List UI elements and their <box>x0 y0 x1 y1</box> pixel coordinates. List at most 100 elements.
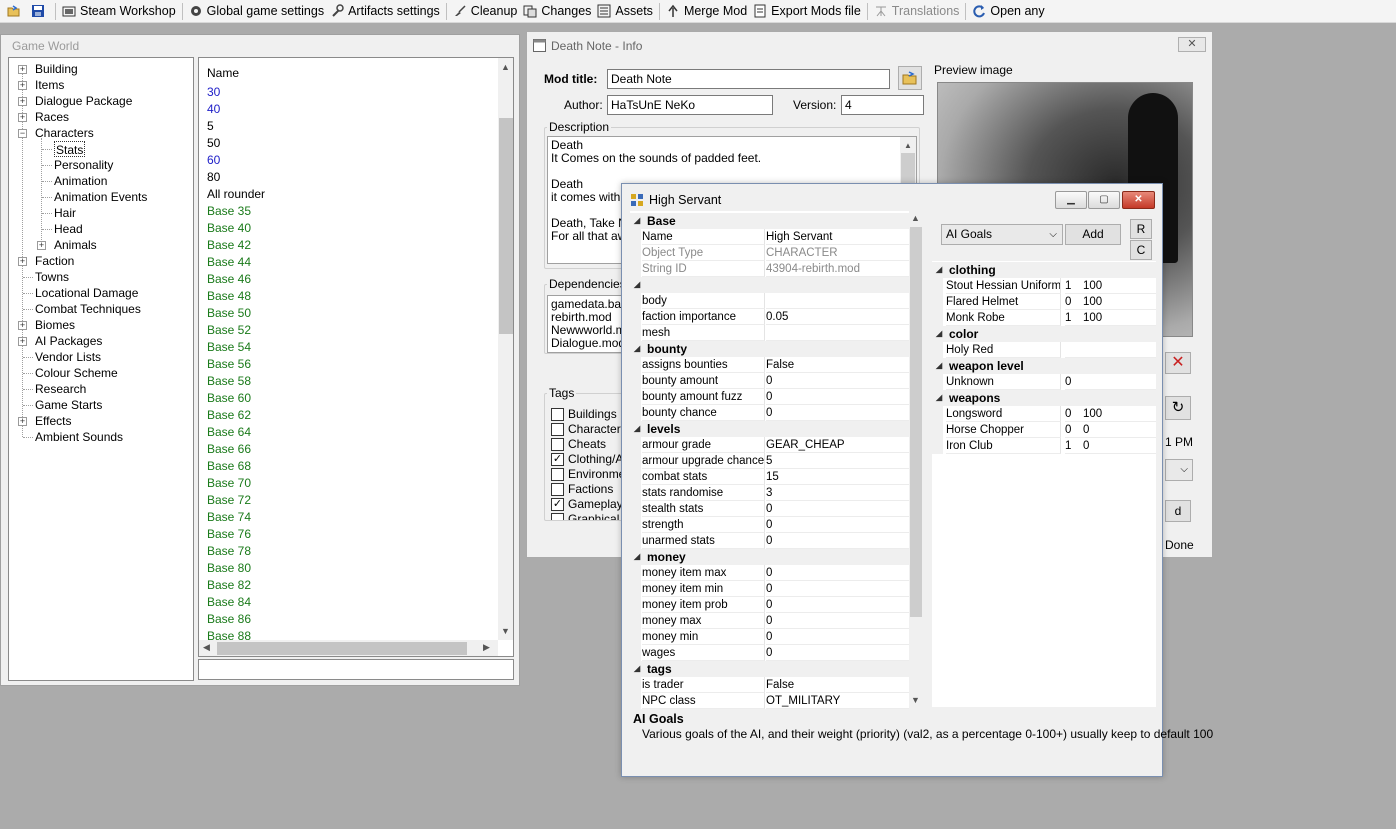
list-item[interactable]: Base 56 <box>207 356 251 373</box>
list-item[interactable]: 5 <box>207 118 214 135</box>
expand-toggle-icon[interactable]: + <box>37 241 46 250</box>
list-item[interactable]: Base 70 <box>207 475 251 492</box>
tree-node[interactable]: Combat Techniques <box>35 301 141 317</box>
expand-toggle-icon[interactable]: + <box>18 257 27 266</box>
mod-title-input[interactable]: Death Note <box>607 69 890 89</box>
tree-node[interactable]: AI Packages <box>35 333 102 349</box>
expand-toggle-icon[interactable]: − <box>18 129 27 138</box>
ai-goals-grid[interactable]: ◢ clothing Stout Hessian Uniform 1 100 Flared… <box>932 261 1156 707</box>
tag-checkbox[interactable]: ✓ <box>551 498 564 511</box>
goal-value-2[interactable]: 0 <box>1083 438 1156 454</box>
goal-value-2[interactable]: 0 <box>1083 422 1156 438</box>
collapse-triangle-icon[interactable]: ◢ <box>634 421 640 437</box>
property-row[interactable]: is trader False <box>630 677 910 693</box>
list-item[interactable]: Base 86 <box>207 611 251 628</box>
tree-node[interactable]: Biomes <box>35 317 75 333</box>
list-item[interactable]: Base 80 <box>207 560 251 577</box>
tag-checkbox[interactable]: ✓ <box>551 453 564 466</box>
tree-node[interactable]: Items <box>35 77 64 93</box>
property-row[interactable]: body <box>630 293 910 309</box>
scroll-thumb[interactable] <box>499 118 513 334</box>
goal-row[interactable]: Monk Robe 1 100 <box>932 310 1156 326</box>
list-item[interactable]: 60 <box>207 152 220 169</box>
tree-node[interactable]: Races <box>35 109 69 125</box>
list-item[interactable]: Base 82 <box>207 577 251 594</box>
property-row[interactable]: mesh <box>630 325 910 341</box>
property-row[interactable]: NPC class OT_MILITARY <box>630 693 910 709</box>
tag-checkbox[interactable] <box>551 483 564 496</box>
list-item[interactable]: Base 62 <box>207 407 251 424</box>
goal-value-1[interactable]: 1 <box>1065 278 1083 294</box>
scroll-down-icon[interactable]: ▼ <box>911 695 920 705</box>
collapse-triangle-icon[interactable]: ◢ <box>936 358 942 374</box>
done-button[interactable]: Done <box>1165 538 1194 552</box>
property-value[interactable] <box>766 293 910 309</box>
name-list-vertical-scrollbar[interactable]: ▲ ▼ <box>498 58 513 640</box>
property-value[interactable]: 0 <box>766 613 910 629</box>
property-value[interactable]: 0 <box>766 533 910 549</box>
list-item[interactable]: Base 42 <box>207 237 251 254</box>
tag-checkbox[interactable] <box>551 513 564 520</box>
list-item[interactable]: Base 76 <box>207 526 251 543</box>
property-category[interactable]: ◢ bounty <box>630 341 910 357</box>
scroll-right-icon[interactable]: ▶ <box>483 642 490 653</box>
export-mods-file-button[interactable]: Export Mods file <box>750 1 864 22</box>
list-item[interactable]: Base 72 <box>207 492 251 509</box>
property-grid-scrollbar[interactable]: ▲ ▼ <box>909 211 923 709</box>
property-category[interactable]: ◢ Base <box>630 213 910 229</box>
collapse-triangle-icon[interactable]: ◢ <box>634 341 640 357</box>
list-item[interactable]: Base 58 <box>207 373 251 390</box>
item-name-list[interactable]: Name 30 40 5 50 60 80 All rounder Base 35 Base 4… <box>198 57 514 657</box>
tree-node[interactable]: Colour Scheme <box>35 365 118 381</box>
author-input[interactable]: HaTsUnE NeKo <box>607 95 773 115</box>
expand-toggle-icon[interactable]: + <box>18 113 27 122</box>
property-row[interactable]: armour upgrade chance 5 <box>630 453 910 469</box>
goal-row[interactable]: Flared Helmet 0 100 <box>932 294 1156 310</box>
property-row[interactable]: bounty amount fuzz 0 <box>630 389 910 405</box>
scroll-up-icon[interactable]: ▲ <box>904 139 912 152</box>
property-row[interactable]: Object Type CHARACTER <box>630 245 910 261</box>
property-row[interactable]: armour grade GEAR_CHEAP <box>630 437 910 453</box>
scroll-thumb[interactable] <box>217 642 467 655</box>
merge-mod-button[interactable]: Merge Mod <box>663 1 750 22</box>
goal-value-2[interactable] <box>1083 374 1156 390</box>
tree-node[interactable]: Dialogue Package <box>35 93 132 109</box>
property-row[interactable]: money max 0 <box>630 613 910 629</box>
expand-toggle-icon[interactable]: + <box>18 81 27 90</box>
list-item[interactable]: Base 54 <box>207 339 251 356</box>
property-row[interactable]: stats randomise 3 <box>630 485 910 501</box>
list-item[interactable]: Base 78 <box>207 543 251 560</box>
property-row[interactable]: money min 0 <box>630 629 910 645</box>
tree-node[interactable]: Vendor Lists <box>35 349 101 365</box>
property-value[interactable]: 0 <box>766 405 910 421</box>
goal-row[interactable]: Holy Red <box>932 342 1156 358</box>
list-item[interactable]: Base 68 <box>207 458 251 475</box>
list-item[interactable]: 30 <box>207 84 220 101</box>
collapse-triangle-icon[interactable]: ◢ <box>634 213 640 229</box>
cleanup-button[interactable]: Cleanup <box>450 1 521 22</box>
goal-value-1[interactable]: 0 <box>1065 422 1083 438</box>
scroll-thumb[interactable] <box>901 153 915 183</box>
list-item[interactable]: Base 44 <box>207 254 251 271</box>
save-button[interactable] <box>28 1 52 22</box>
property-value[interactable] <box>766 325 910 341</box>
list-item[interactable]: Base 66 <box>207 441 251 458</box>
scroll-thumb[interactable] <box>910 227 922 617</box>
maximize-button[interactable]: ▢ <box>1088 191 1120 209</box>
property-grid[interactable]: ◢ Base Name High Servant Object Type CHARACTE… <box>630 211 923 709</box>
property-row[interactable]: assigns bounties False <box>630 357 910 373</box>
property-row[interactable]: money item prob 0 <box>630 597 910 613</box>
c-button[interactable]: C <box>1130 240 1152 260</box>
goal-row[interactable]: Stout Hessian Uniform 1 100 <box>932 278 1156 294</box>
collapse-triangle-icon[interactable]: ◢ <box>634 549 640 565</box>
name-list-horizontal-scrollbar[interactable]: ◀ ▶ <box>199 640 498 656</box>
tree-node[interactable]: Building <box>35 61 78 77</box>
tree-node[interactable]: Research <box>35 381 86 397</box>
property-value[interactable]: 0 <box>766 597 910 613</box>
scroll-up-icon[interactable]: ▲ <box>501 62 510 72</box>
property-value[interactable]: 15 <box>766 469 910 485</box>
expand-toggle-icon[interactable]: + <box>18 65 27 74</box>
goal-value-1[interactable]: 1 <box>1065 310 1083 326</box>
property-value[interactable]: 0 <box>766 517 910 533</box>
open-any-button[interactable]: Open any <box>969 1 1047 22</box>
